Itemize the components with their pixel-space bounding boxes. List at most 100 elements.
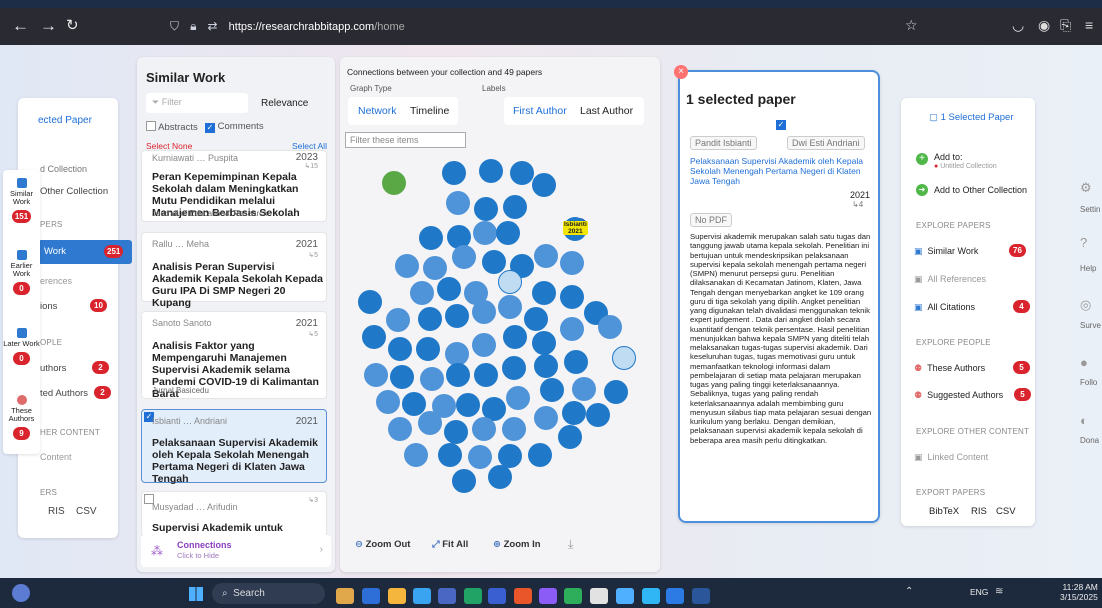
graph-node[interactable] <box>498 295 522 319</box>
author-chip[interactable]: Dwi Esti Andriani <box>787 136 865 150</box>
zoom-out-button[interactable]: ⊖ Zoom Out <box>355 539 410 550</box>
taskbar-app-icon[interactable] <box>590 588 608 604</box>
references-item[interactable]: erences <box>40 276 72 286</box>
graph-node[interactable] <box>474 197 498 221</box>
authors-item[interactable]: uthors <box>40 363 66 374</box>
back-arrow-icon[interactable]: ← <box>12 16 29 36</box>
graph-node[interactable] <box>390 365 414 389</box>
taskbar-app-icon[interactable] <box>692 588 710 604</box>
taskbar-app-icon[interactable] <box>464 588 482 604</box>
graph-node[interactable] <box>456 393 480 417</box>
graph-node[interactable] <box>437 277 461 301</box>
graph-node[interactable] <box>496 221 520 245</box>
graph-node[interactable] <box>534 406 558 430</box>
graph-node[interactable] <box>388 337 412 361</box>
graph-node[interactable] <box>502 356 526 380</box>
similar-work-item[interactable]: Work 251 <box>38 240 132 264</box>
taskbar-app-icon[interactable] <box>336 588 354 604</box>
selected-paper-link[interactable]: ected Paper <box>38 115 92 126</box>
fit-all-button[interactable]: ⤢ Fit All <box>432 539 468 550</box>
graph-node[interactable] <box>558 425 582 449</box>
follow-icon[interactable]: ● <box>1080 355 1088 370</box>
survey-icon[interactable]: ◎ <box>1080 297 1091 313</box>
graph-node[interactable] <box>604 380 628 404</box>
graph-node[interactable] <box>473 221 497 245</box>
paper-card[interactable]: Musyadad … Arifudin ↳3 Supervisi Akademi… <box>141 491 327 537</box>
graph-node[interactable] <box>472 300 496 324</box>
taskbar-app-icon[interactable] <box>666 588 684 604</box>
strip-similar[interactable]: Similar Work 151 <box>3 178 40 224</box>
export-bibtex[interactable]: BibTeX <box>929 506 959 517</box>
graph-node[interactable] <box>388 417 412 441</box>
graph-node[interactable] <box>572 377 596 401</box>
donate-icon[interactable]: ◐ <box>1080 413 1088 428</box>
graph-node[interactable] <box>564 350 588 374</box>
taskbar-app-icon[interactable] <box>514 588 532 604</box>
close-icon[interactable]: × <box>674 65 688 79</box>
graph-node[interactable] <box>540 378 564 402</box>
other-collection-item[interactable]: Other Collection <box>40 186 108 197</box>
graph-node[interactable] <box>528 443 552 467</box>
graph-node[interactable] <box>362 325 386 349</box>
taskbar-app-icon[interactable] <box>488 588 506 604</box>
graph-node[interactable] <box>404 443 428 467</box>
bookmark-star-icon[interactable]: ☆ <box>905 17 918 34</box>
graph-node[interactable] <box>418 307 442 331</box>
pocket-icon[interactable]: ◡ <box>1012 17 1024 34</box>
graph-node[interactable] <box>364 363 388 387</box>
graph-node[interactable] <box>503 195 527 219</box>
graph-node[interactable] <box>358 290 382 314</box>
graph-node[interactable] <box>416 337 440 361</box>
graph-node[interactable] <box>498 270 522 294</box>
taskbar-app-icon[interactable] <box>362 588 380 604</box>
taskbar-app-icon[interactable] <box>539 588 557 604</box>
zoom-in-button[interactable]: ⊕ Zoom In <box>493 539 541 550</box>
all-citations-action[interactable]: ▣ All Citations <box>914 302 975 313</box>
graph-node[interactable] <box>438 443 462 467</box>
add-collection-item[interactable]: d Collection <box>40 164 87 174</box>
connections-toggle[interactable]: ⁂ Connections Click to Hide › <box>141 535 331 567</box>
download-icon[interactable]: ⤓ <box>568 537 573 552</box>
content-item[interactable]: Content <box>40 452 72 462</box>
graph-node[interactable] <box>442 161 466 185</box>
clock[interactable]: 11:28 AM 3/15/2025 <box>1060 582 1098 602</box>
graph-node[interactable] <box>419 226 443 250</box>
taskbar-app-icon[interactable] <box>642 588 660 604</box>
graph-node[interactable] <box>418 411 442 435</box>
graph-node[interactable] <box>612 346 636 370</box>
graph-node[interactable] <box>532 281 556 305</box>
extensions-icon[interactable]: ⎘ <box>1060 17 1071 34</box>
graph-node[interactable] <box>423 256 447 280</box>
export-csv[interactable]: CSV <box>996 506 1016 517</box>
forward-arrow-icon[interactable]: → <box>40 16 57 36</box>
paper-card[interactable]: Sanoto Sanoto 2021 ↳5 Analisis Faktor ya… <box>141 311 327 400</box>
account-icon[interactable]: ◉ <box>1038 17 1050 34</box>
these-authors-action[interactable]: ⚉ These Authors <box>914 363 985 374</box>
similar-filter-input[interactable]: ⏷ Filter <box>146 93 248 113</box>
paper-card-selected[interactable]: ✓ Isbianti … Andriani 2021 Pelaksanaan S… <box>141 409 327 485</box>
all-references-action[interactable]: ▣ All References <box>914 274 986 285</box>
similar-work-action[interactable]: ▣ Similar Work <box>914 246 978 257</box>
graph-node[interactable] <box>534 244 558 268</box>
suggested-authors-item[interactable]: ted Authors <box>40 388 88 399</box>
suggested-authors-action[interactable]: ⚉ Suggested Authors <box>914 390 1003 401</box>
detail-paper-title[interactable]: Pelaksanaan Supervisi Akademik oleh Kepa… <box>690 156 872 186</box>
taskbar-app-icon[interactable] <box>616 588 634 604</box>
abstracts-toggle[interactable]: Abstracts <box>146 121 198 133</box>
graph-node[interactable] <box>560 317 584 341</box>
graph-node[interactable] <box>395 254 419 278</box>
graph-node[interactable] <box>410 281 434 305</box>
comments-toggle[interactable]: ✓ Comments <box>205 121 264 133</box>
graph-node[interactable] <box>472 417 496 441</box>
graph-node[interactable] <box>479 159 503 183</box>
graph-node[interactable] <box>482 250 506 274</box>
graph-node[interactable] <box>452 469 476 493</box>
graph-node[interactable] <box>420 367 444 391</box>
taskbar-search[interactable]: ⌕ Search <box>212 583 325 604</box>
graph-node[interactable] <box>446 191 470 215</box>
graph-node[interactable] <box>488 465 512 489</box>
graph-node[interactable] <box>524 307 548 331</box>
graph-node[interactable] <box>386 308 410 332</box>
reload-icon[interactable]: ↻ <box>66 16 79 34</box>
graph-node[interactable] <box>510 161 534 185</box>
